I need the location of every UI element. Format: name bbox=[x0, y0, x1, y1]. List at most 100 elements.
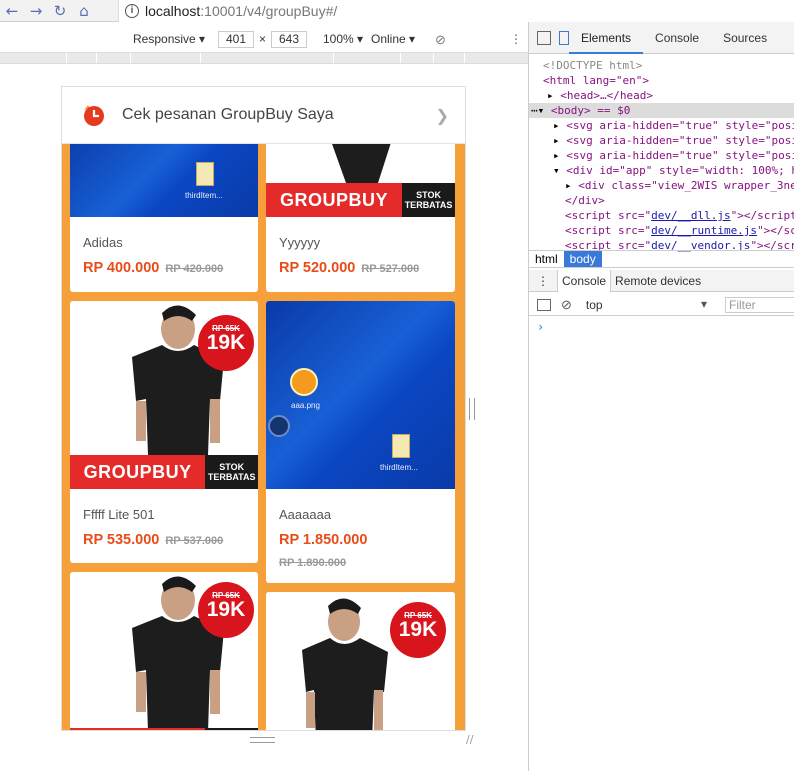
drawer-tabbar: ⋮ Console Remote devices bbox=[529, 269, 794, 292]
dom-script-node[interactable]: <script src="dev/__dll.js"></script bbox=[529, 208, 794, 223]
devtools-tabbar: Elements Console Sources bbox=[529, 22, 794, 54]
banner-main-text: GROUPBUY bbox=[70, 455, 206, 489]
product-price: RP 535.000 RP 537.000 bbox=[83, 532, 223, 548]
context-dropdown-icon[interactable]: ▾ bbox=[701, 297, 707, 311]
console-filter-input[interactable]: Filter bbox=[725, 297, 794, 313]
touch-cursor bbox=[268, 415, 290, 437]
groupbuy-banner: GROUPBUY STOK TERBATAS bbox=[266, 183, 455, 217]
file-icon bbox=[196, 162, 214, 186]
viewport-width-input[interactable]: 401 bbox=[218, 31, 254, 48]
product-image: RP 65K 19K GROUPBUY STOK TERBATAS bbox=[70, 301, 258, 489]
dom-svg-node[interactable]: ▸ <svg aria-hidden="true" style="posi bbox=[529, 133, 794, 148]
address-bar[interactable]: i localhost :10001/v4/groupBuy#/ bbox=[118, 0, 794, 22]
price-value: RP 520.000 bbox=[279, 260, 356, 276]
svg-text: <svg aria-hidden="true" style="posi bbox=[566, 119, 794, 132]
rotate-icon[interactable]: ⊘ bbox=[435, 32, 446, 48]
dom-doctype[interactable]: <!DOCTYPE html> bbox=[529, 58, 794, 73]
corner-resize-grip-icon[interactable]: ∕∕ bbox=[466, 733, 473, 746]
zoom-label: 100% bbox=[323, 32, 354, 46]
drawer-tab-console[interactable]: Console bbox=[557, 269, 612, 292]
product-card[interactable]: RP 65K 19K bbox=[70, 572, 258, 730]
tab-sources[interactable]: Sources bbox=[711, 22, 779, 54]
product-image: RP 65K 19K bbox=[70, 572, 258, 730]
product-card[interactable]: thirdItem... Adidas RP 400.000 RP 420.000 bbox=[70, 127, 258, 292]
console-toolbar: ⊘ top ▾ Filter bbox=[529, 294, 794, 316]
product-name: Aaaaaaa bbox=[279, 507, 332, 522]
reload-icon[interactable]: ↻ bbox=[48, 1, 72, 21]
orders-header[interactable]: Cek pesanan GroupBuy Saya ❯ bbox=[62, 87, 465, 144]
script-link[interactable]: dev/__dll.js bbox=[651, 209, 730, 222]
crumb-html[interactable]: html bbox=[529, 251, 564, 267]
icon-label: aaa.png bbox=[291, 401, 320, 410]
product-name: Yyyyyy bbox=[279, 235, 321, 250]
product-card[interactable]: RP 65K 19K GROUPBUY STOK TERBATAS Fffff L… bbox=[70, 301, 258, 563]
viewport-resize-handle-right[interactable] bbox=[469, 398, 475, 420]
tab-console[interactable]: Console bbox=[643, 22, 711, 54]
network-label: Online bbox=[371, 32, 406, 46]
crumb-body[interactable]: body bbox=[563, 251, 602, 267]
drawer-menu-icon[interactable]: ⋮ bbox=[529, 270, 557, 292]
dom-svg-node[interactable]: ▸ <svg aria-hidden="true" style="posi bbox=[529, 148, 794, 163]
console-prompt[interactable]: › bbox=[537, 320, 544, 334]
file-label: thirdItem... bbox=[185, 191, 223, 200]
header-title: Cek pesanan GroupBuy Saya bbox=[122, 106, 334, 123]
product-name: Fffff Lite 501 bbox=[83, 507, 155, 522]
device-ruler bbox=[0, 52, 528, 64]
dom-close-div[interactable]: </div> bbox=[529, 193, 794, 208]
groupbuy-banner bbox=[70, 728, 206, 730]
viewport-height-input[interactable]: 643 bbox=[271, 31, 307, 48]
url-path: :10001/v4/groupBuy#/ bbox=[200, 3, 338, 19]
script-close: "></script bbox=[730, 209, 794, 222]
banner-side-line1: STOK bbox=[416, 190, 441, 200]
discount-badge: RP 65K 19K bbox=[198, 582, 254, 638]
badge-price: 19K bbox=[206, 331, 246, 354]
device-toolbar: Responsive ▾ 401 × 643 100% ▾ Online ▾ ⊘… bbox=[0, 28, 528, 52]
banner-side-line1: STOK bbox=[219, 462, 245, 472]
sidebar-toggle-icon[interactable] bbox=[537, 298, 551, 311]
devtools-panel: Elements Console Sources <!DOCTYPE html>… bbox=[528, 22, 794, 771]
script-link[interactable]: dev/__runtime.js bbox=[651, 224, 757, 237]
mobile-viewport: Cek pesanan GroupBuy Saya ❯ thirdItem...… bbox=[61, 86, 466, 731]
badge-price: 19K bbox=[206, 598, 246, 621]
device-toggle-icon[interactable] bbox=[559, 30, 569, 45]
dom-app-div[interactable]: ▾ <div id="app" style="width: 100%; h bbox=[529, 163, 794, 178]
breadcrumb: html body bbox=[529, 250, 794, 268]
script-close: "></sc bbox=[757, 224, 794, 237]
app-div-text: <div id="app" style="width: 100%; h bbox=[566, 164, 794, 177]
original-price: RP 1.890.000 bbox=[279, 557, 347, 569]
product-image: aaa.png thirdItem... bbox=[266, 301, 455, 489]
product-card[interactable]: aaa.png thirdItem... Aaaaaaa RP 1.850.00… bbox=[266, 301, 455, 583]
product-price: RP 400.000 RP 420.000 bbox=[83, 260, 223, 276]
original-price: RP 420.000 bbox=[165, 263, 224, 275]
home-icon[interactable]: ⌂ bbox=[72, 1, 96, 21]
context-select[interactable]: top bbox=[586, 298, 603, 312]
back-arrow-icon[interactable]: ← bbox=[0, 1, 24, 21]
app-logo-icon bbox=[290, 368, 318, 396]
price-value: RP 535.000 bbox=[83, 532, 160, 548]
zoom-select[interactable]: 100% ▾ bbox=[323, 32, 363, 46]
banner-main-text: GROUPBUY bbox=[266, 183, 403, 217]
dom-body-node[interactable]: ⋯▾ <body> == $0 bbox=[529, 103, 794, 118]
dom-inner-div[interactable]: ▸ <div class="view_2WIS wrapper_3ne bbox=[529, 178, 794, 193]
network-select[interactable]: Online ▾ bbox=[371, 32, 415, 46]
forward-arrow-icon[interactable]: → bbox=[24, 1, 48, 21]
stock-banner bbox=[205, 728, 258, 730]
product-price: RP 1.850.000 bbox=[279, 532, 368, 548]
dom-script-node[interactable]: <script src="dev/__runtime.js"></sc bbox=[529, 223, 794, 238]
device-mode-label: Responsive bbox=[133, 32, 196, 46]
info-icon[interactable]: i bbox=[125, 4, 139, 18]
tab-elements[interactable]: Elements bbox=[569, 22, 644, 54]
chevron-right-icon: ❯ bbox=[435, 106, 449, 125]
product-card[interactable]: GROUPBUY STOK TERBATAS Yyyyyy RP 520.000 R… bbox=[266, 127, 455, 292]
dom-html-node[interactable]: <html lang="en"> bbox=[529, 73, 794, 88]
product-card[interactable]: RP 65K 19K bbox=[266, 592, 455, 730]
inspect-element-icon[interactable] bbox=[537, 30, 551, 45]
drawer-tab-remote-devices[interactable]: Remote devices bbox=[611, 270, 705, 292]
more-options-icon[interactable]: ⋮ bbox=[510, 32, 522, 46]
clear-console-icon[interactable]: ⊘ bbox=[561, 297, 572, 313]
viewport-resize-handle-bottom[interactable] bbox=[250, 737, 275, 743]
dom-head-node[interactable]: ▸ <head>…</head> bbox=[529, 88, 794, 103]
svg-text: <svg aria-hidden="true" style="posi bbox=[566, 149, 794, 162]
dom-svg-node[interactable]: ▸ <svg aria-hidden="true" style="posi bbox=[529, 118, 794, 133]
device-mode-select[interactable]: Responsive ▾ bbox=[133, 32, 205, 46]
